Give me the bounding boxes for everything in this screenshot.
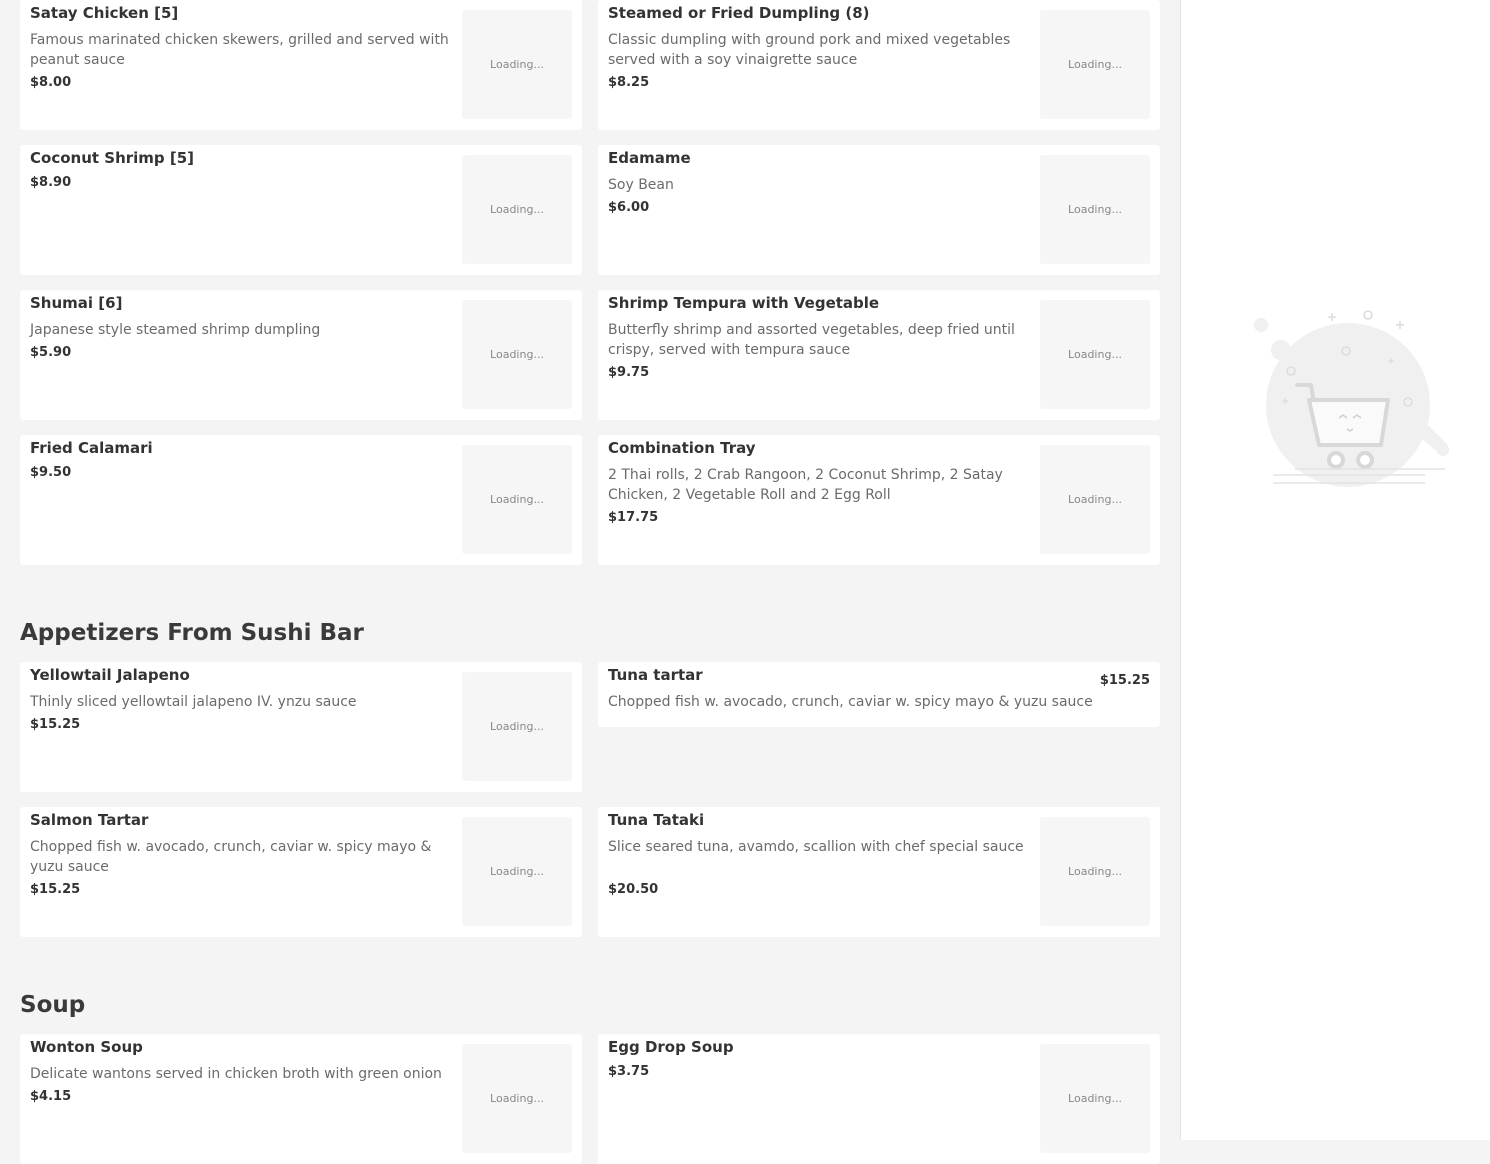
loading-text: Loading... <box>1068 1092 1122 1105</box>
loading-text: Loading... <box>490 720 544 733</box>
item-name: Fried Calamari <box>30 439 153 457</box>
item-name: Salmon Tartar <box>30 811 149 829</box>
item-name: Yellowtail Jalapeno <box>30 666 190 684</box>
loading-text: Loading... <box>490 1092 544 1105</box>
item-image-placeholder: Loading... <box>1040 445 1150 554</box>
item-price: $17.75 <box>608 510 659 525</box>
item-description: Thinly sliced yellowtail jalapeno IV. yn… <box>30 694 357 710</box>
item-name: Wonton Soup <box>30 1038 143 1056</box>
item-description: Chopped fish w. avocado, crunch, caviar … <box>30 839 432 875</box>
menu-item-card[interactable]: Edamame Soy Bean $6.00 Loading... <box>598 145 1160 275</box>
item-price: $3.75 <box>608 1064 650 1079</box>
item-description: Japanese style steamed shrimp dumpling <box>30 322 321 338</box>
menu-item-card[interactable]: Tuna tartar Chopped fish w. avocado, crun… <box>598 662 1160 727</box>
item-name: Tuna tartar <box>608 666 703 684</box>
item-price: $15.25 <box>1099 673 1150 688</box>
item-image-placeholder: Loading... <box>462 155 572 264</box>
item-price: $20.50 <box>608 882 659 897</box>
item-name: Combination Tray <box>608 439 756 457</box>
item-price: $4.15 <box>30 1089 72 1104</box>
item-image-placeholder: Loading... <box>462 300 572 409</box>
item-image-placeholder: Loading... <box>462 1044 572 1153</box>
item-image-placeholder: Loading... <box>462 817 572 926</box>
item-name: Egg Drop Soup <box>608 1038 734 1056</box>
item-price: $9.50 <box>30 465 72 480</box>
item-name: Shrimp Tempura with Vegetable <box>608 294 880 312</box>
item-price: $15.25 <box>30 882 81 897</box>
item-description: Slice seared tuna, avamdo, scallion with… <box>608 839 1024 855</box>
item-name: Edamame <box>608 149 691 167</box>
item-description: Butterfly shrimp and assorted vegetables… <box>608 322 1015 358</box>
menu-item-card[interactable]: Combination Tray 2 Thai rolls, 2 Crab Ran… <box>598 435 1160 565</box>
item-description: Famous marinated chicken skewers, grille… <box>30 32 449 68</box>
menu-item-card[interactable]: Egg Drop Soup $3.75 Loading... <box>598 1034 1160 1164</box>
loading-text: Loading... <box>490 58 544 71</box>
item-image-placeholder: Loading... <box>1040 155 1150 264</box>
item-image-placeholder: Loading... <box>1040 300 1150 409</box>
item-name: Satay Chicken [5] <box>30 4 179 22</box>
loading-text: Loading... <box>490 348 544 361</box>
item-image-placeholder: Loading... <box>1040 817 1150 926</box>
item-price: $9.75 <box>608 365 650 380</box>
loading-text: Loading... <box>1068 58 1122 71</box>
item-description: Chopped fish w. avocado, crunch, caviar … <box>608 694 1093 710</box>
loading-text: Loading... <box>490 865 544 878</box>
menu-item-card[interactable]: Steamed or Fried Dumpling (8) Classic dum… <box>598 0 1160 130</box>
item-image-placeholder: Loading... <box>1040 10 1150 119</box>
menu-item-card[interactable]: Salmon Tartar Chopped fish w. avocado, cr… <box>20 807 582 937</box>
item-description: Classic dumpling with ground pork and mi… <box>608 32 1011 68</box>
item-price: $8.00 <box>30 75 72 90</box>
item-name: Shumai [6] <box>30 294 123 312</box>
item-description: Soy Bean <box>608 177 674 193</box>
section-title-appetizers-from-sushi-bar: Appetizers From Sushi Bar <box>20 620 364 646</box>
item-price: $15.25 <box>30 717 81 732</box>
item-name: Tuna Tataki <box>608 811 705 829</box>
item-price: $5.90 <box>30 345 72 360</box>
empty-cart-illustration-icon <box>1253 305 1453 494</box>
loading-text: Loading... <box>1068 348 1122 361</box>
item-description: Delicate wantons served in chicken broth… <box>30 1066 442 1082</box>
item-description: 2 Thai rolls, 2 Crab Rangoon, 2 Coconut … <box>608 467 1003 503</box>
loading-text: Loading... <box>1068 203 1122 216</box>
loading-text: Loading... <box>1068 865 1122 878</box>
menu-item-card[interactable]: Coconut Shrimp [5] $8.90 Loading... <box>20 145 582 275</box>
section-title-soup: Soup <box>20 992 86 1018</box>
menu-item-card[interactable]: Shumai [6] Japanese style steamed shrimp … <box>20 290 582 420</box>
loading-text: Loading... <box>490 493 544 506</box>
menu-item-card[interactable]: Fried Calamari $9.50 Loading... <box>20 435 582 565</box>
item-price: $8.25 <box>608 75 650 90</box>
loading-text: Loading... <box>1068 493 1122 506</box>
item-name: Steamed or Fried Dumpling (8) <box>608 4 870 22</box>
menu-item-card[interactable]: Shrimp Tempura with Vegetable Butterfly s… <box>598 290 1160 420</box>
menu-list: Satay Chicken [5] Famous marinated chicke… <box>0 0 1180 1164</box>
item-image-placeholder: Loading... <box>1040 1044 1150 1153</box>
menu-item-card[interactable]: Tuna Tataki Slice seared tuna, avamdo, sc… <box>598 807 1160 937</box>
item-price: $6.00 <box>608 200 650 215</box>
item-image-placeholder: Loading... <box>462 672 572 781</box>
item-image-placeholder: Loading... <box>462 10 572 119</box>
item-price: $8.90 <box>30 175 72 190</box>
menu-item-card[interactable]: Satay Chicken [5] Famous marinated chicke… <box>20 0 582 130</box>
item-image-placeholder: Loading... <box>462 445 572 554</box>
menu-item-card[interactable]: Wonton Soup Delicate wantons served in ch… <box>20 1034 582 1164</box>
item-name: Coconut Shrimp [5] <box>30 149 195 167</box>
menu-item-card[interactable]: Yellowtail Jalapeno Thinly sliced yellowt… <box>20 662 582 792</box>
loading-text: Loading... <box>490 203 544 216</box>
cart-panel <box>1180 0 1490 1140</box>
